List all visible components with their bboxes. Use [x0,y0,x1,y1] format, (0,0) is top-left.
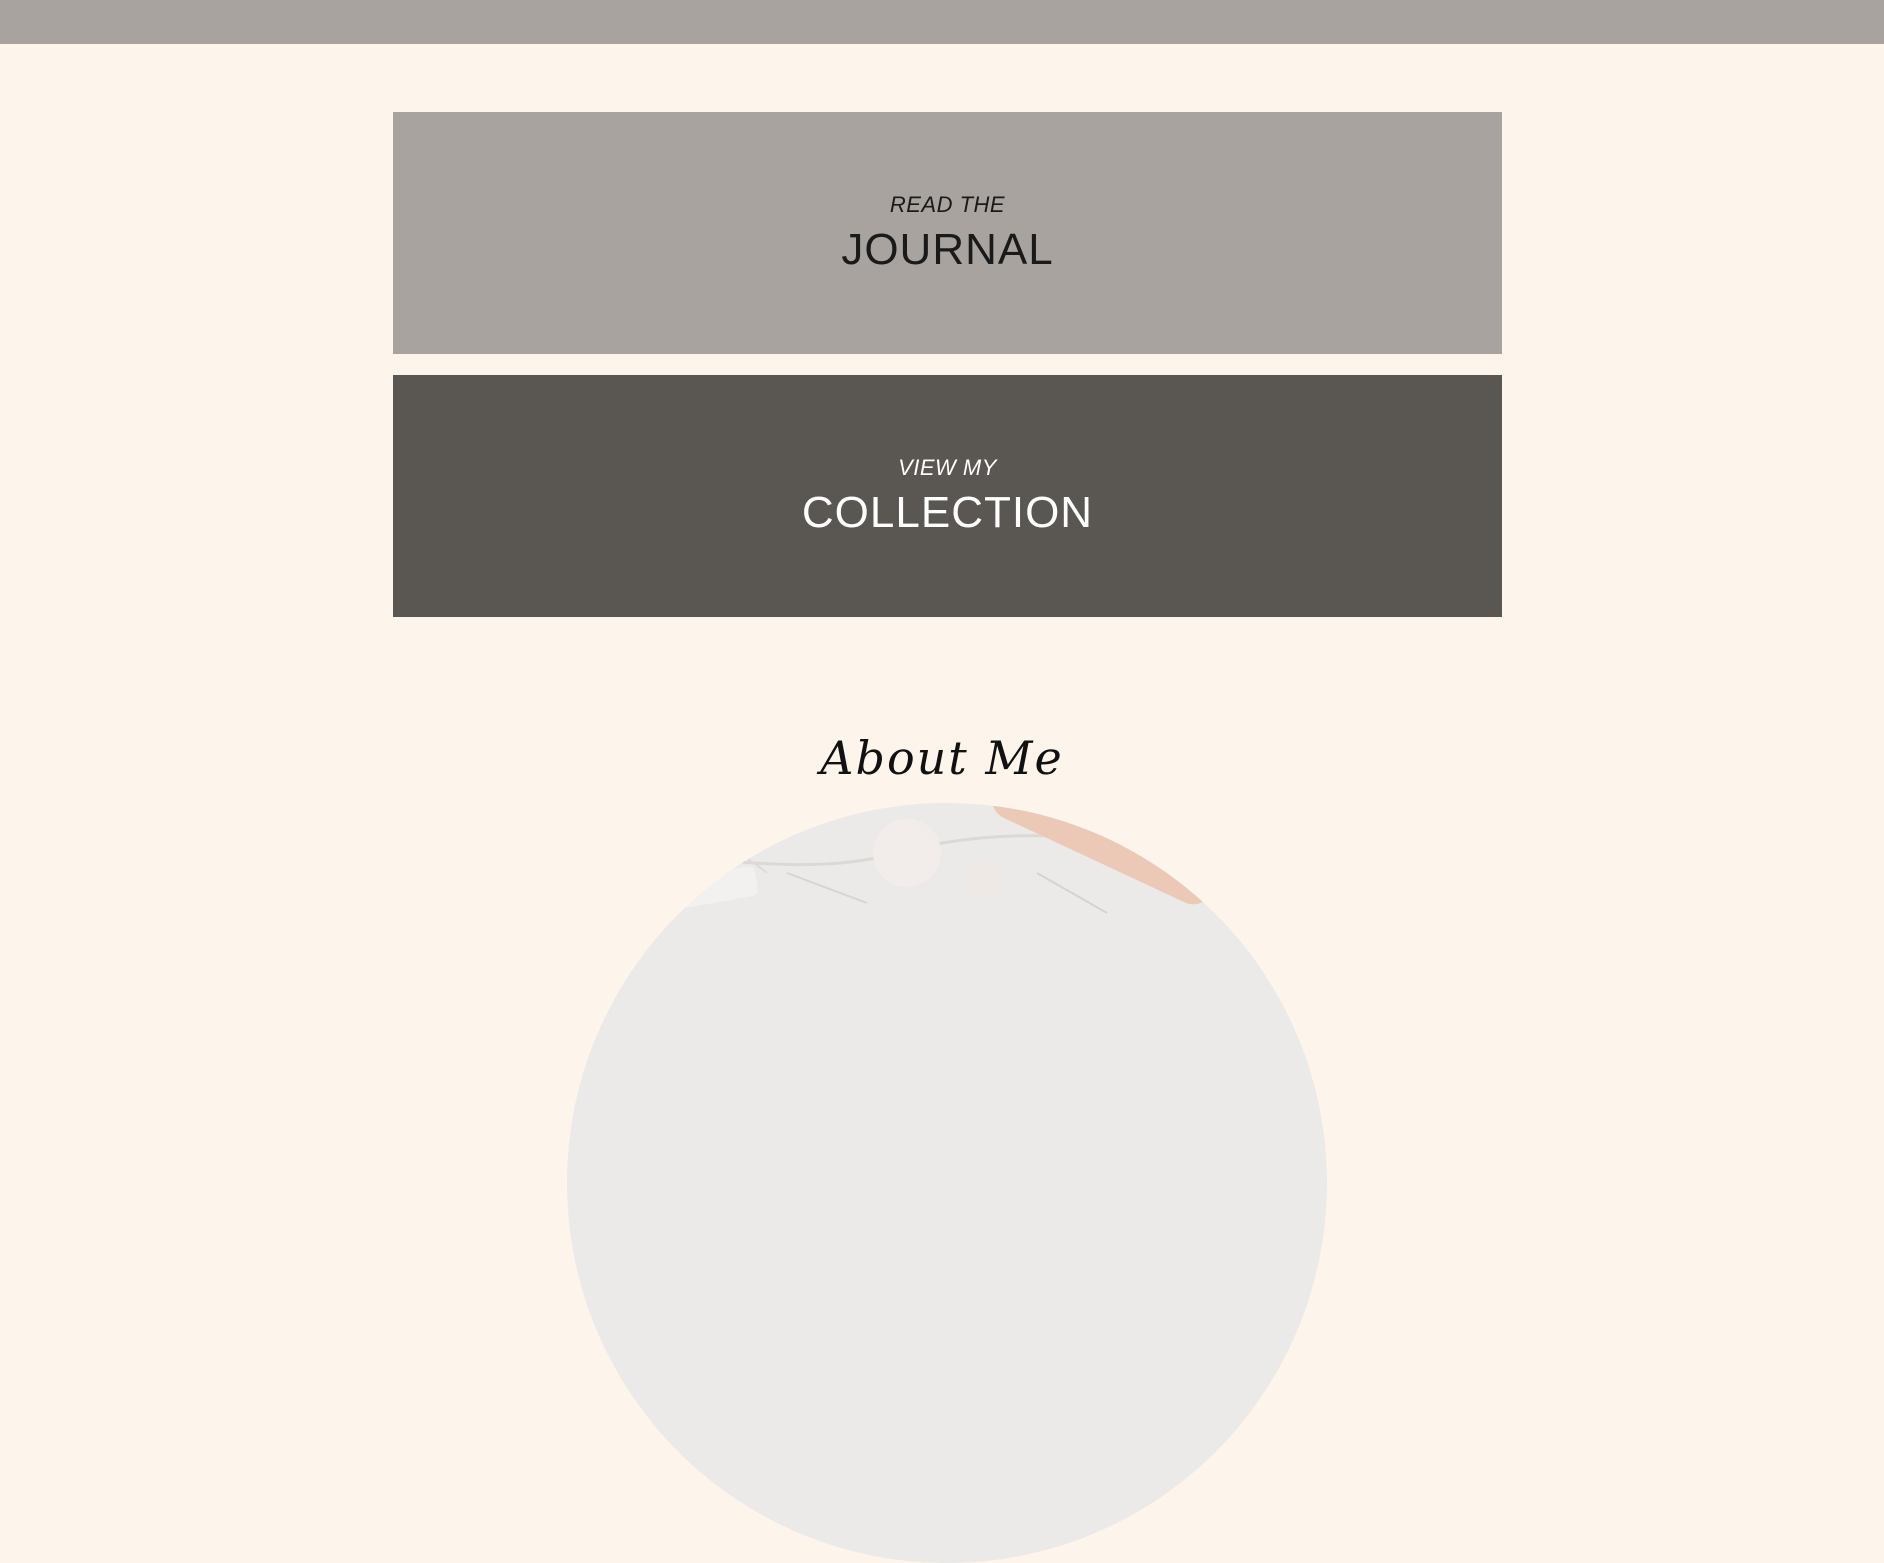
about-me-heading: About Me [820,731,1064,785]
journal-eyebrow: READ THE [889,192,1006,217]
about-photo-image [567,803,1327,1563]
collection-link[interactable]: VIEW MY COLLECTION [393,375,1502,617]
about-photo [567,803,1327,1563]
journal-headline: JOURNAL [841,225,1054,274]
collection-headline: COLLECTION [801,488,1094,537]
collection-eyebrow: VIEW MY [898,455,997,480]
top-bar [0,0,1884,44]
journal-link[interactable]: READ THE JOURNAL [393,112,1502,354]
